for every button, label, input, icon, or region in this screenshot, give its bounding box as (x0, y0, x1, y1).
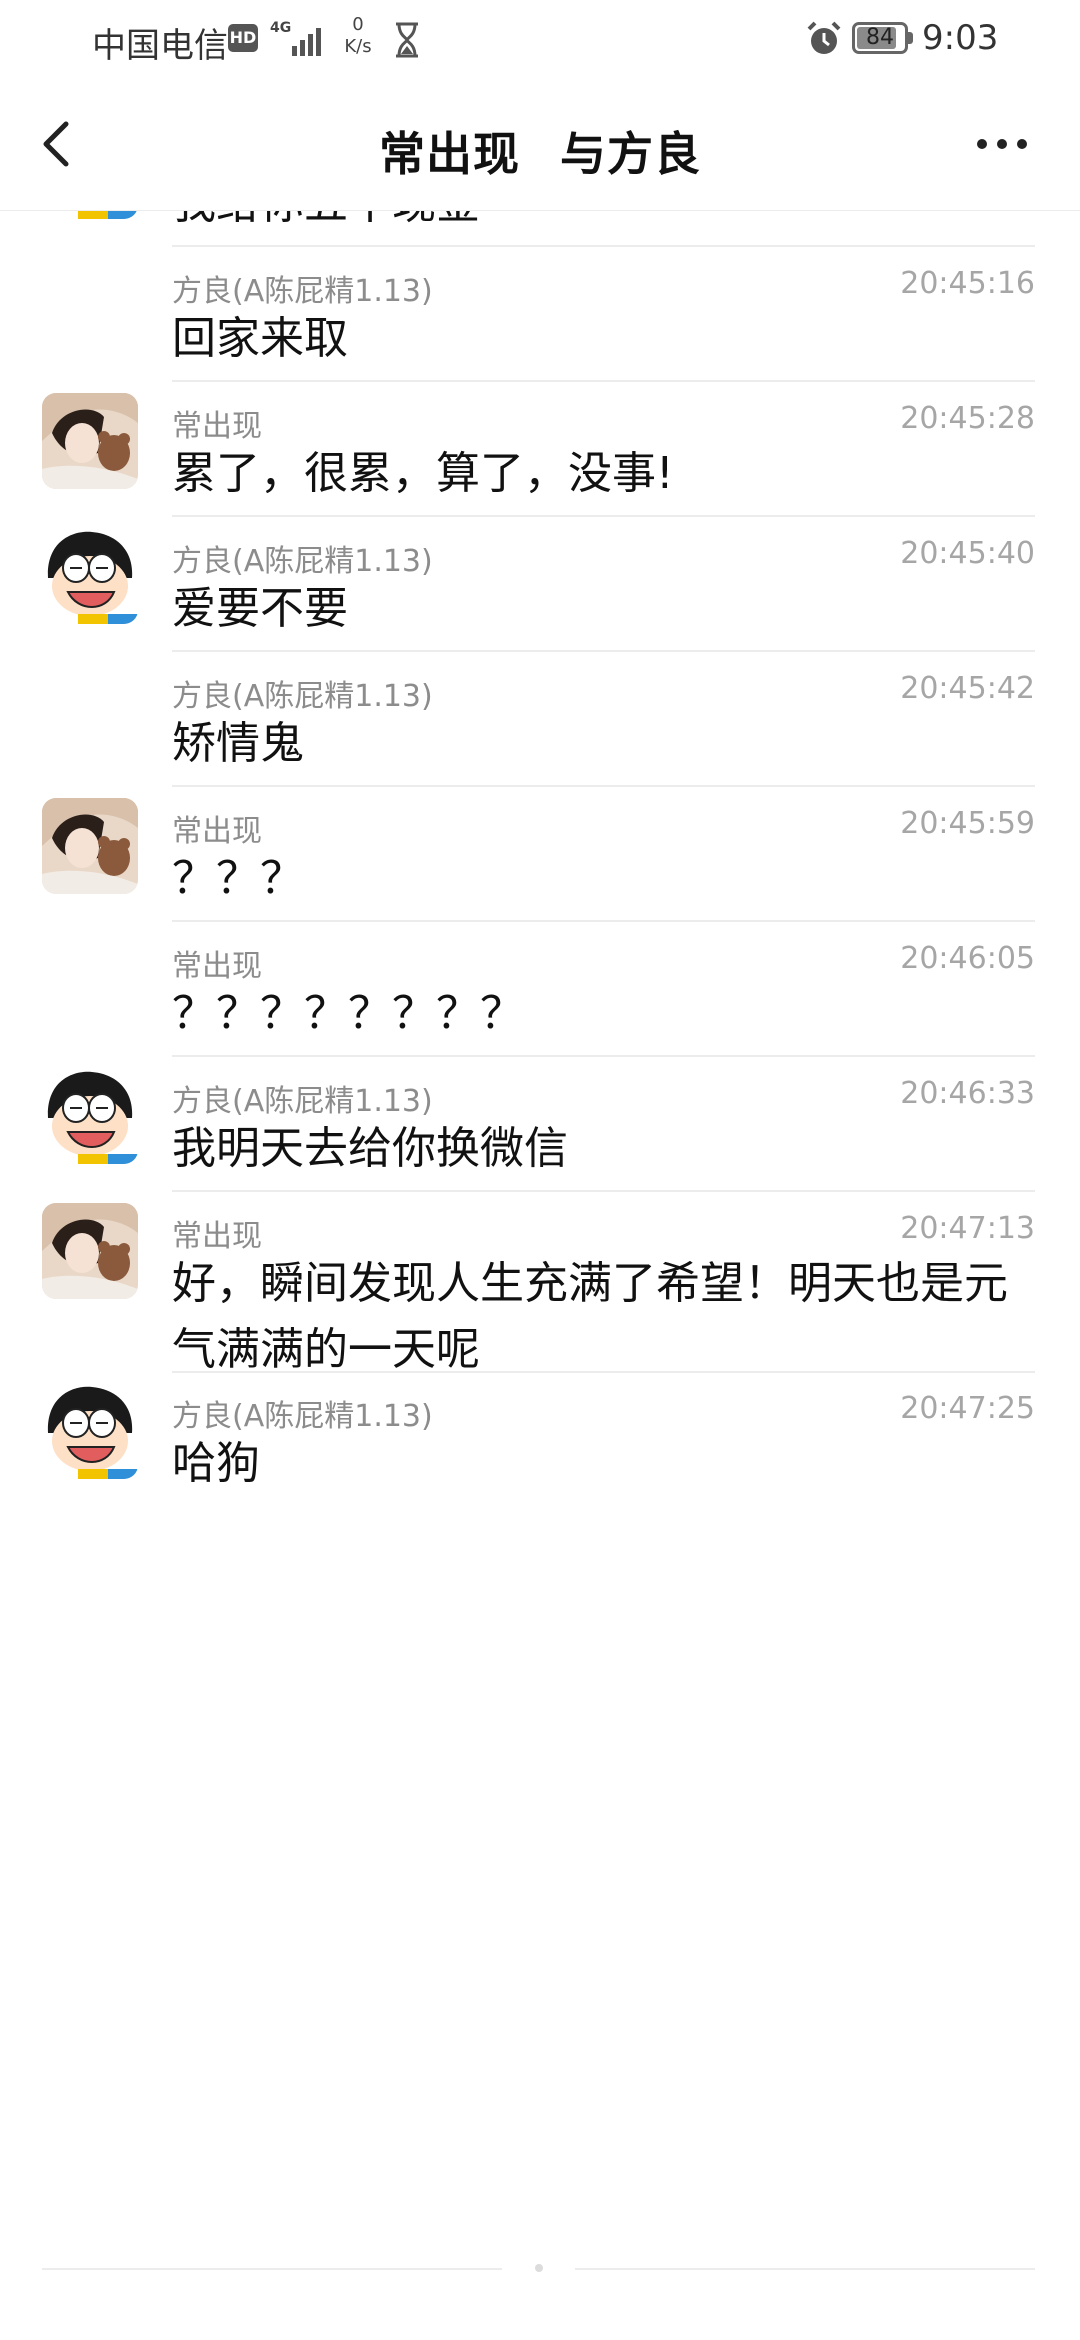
message-time: 20:45:28 (900, 401, 1035, 436)
message-time: 20:45:42 (900, 671, 1035, 706)
message-item[interactable]: 常出现 20:45:59 ？？？ (0, 798, 1080, 941)
message-sender: 常出现 (172, 1219, 262, 1254)
signal-strength-icon (284, 24, 324, 56)
avatar[interactable] (42, 210, 138, 219)
message-item[interactable]: 常出现 20:47:13 好，瞬间发现人生充满了希望！明天也是元气满满的一天呢 (0, 1203, 1080, 1375)
more-options-button[interactable] (972, 124, 1032, 164)
message-time: 20:47:25 (900, 1391, 1035, 1426)
alarm-clock-icon (807, 21, 841, 54)
message-divider (172, 1190, 1035, 1192)
list-end-divider (575, 2268, 1035, 2270)
message-time: 20:47:13 (900, 1211, 1035, 1246)
message-divider (172, 1371, 1035, 1373)
message-content: 我给你五十现金 (172, 210, 1032, 237)
message-item[interactable]: 方良(A陈屁精1.13) 20:46:33 我明天去给你换微信 (0, 1068, 1080, 1211)
avatar[interactable] (42, 1203, 138, 1299)
page-title: 常出现 与方良 (0, 118, 1080, 184)
message-sender: 方良(A陈屁精1.13) (172, 1084, 433, 1119)
avatar[interactable] (42, 798, 138, 894)
message-time: 20:46:05 (900, 941, 1035, 976)
message-content: 累了，很累，算了，没事! (172, 448, 674, 499)
message-divider (172, 785, 1035, 787)
message-divider (172, 920, 1035, 922)
battery-icon: 84 (852, 22, 908, 54)
message-content: 我明天去给你换微信 (172, 1123, 568, 1174)
message-time: 20:45:59 (900, 806, 1035, 841)
network-speed-unit: K/s (344, 36, 372, 57)
network-speed: 0 K/s (338, 14, 378, 58)
message-content: 哈狗 (172, 1438, 260, 1489)
avatar[interactable] (42, 393, 138, 489)
clock: 9:03 (922, 18, 999, 58)
message-sender: 常出现 (172, 814, 262, 849)
list-end-divider (42, 2268, 502, 2270)
message-divider (172, 515, 1035, 517)
message-divider (172, 650, 1035, 652)
message-divider (172, 245, 1035, 247)
message-divider (172, 380, 1035, 382)
message-sender: 常出现 (172, 949, 262, 984)
hourglass-icon (396, 22, 418, 58)
message-time: 20:46:33 (900, 1076, 1035, 1111)
message-content: 矫情鬼 (172, 718, 304, 769)
message-time: 20:45:16 (900, 266, 1035, 301)
battery-percent: 84 (866, 25, 894, 50)
message-item[interactable]: 方良(A陈屁精1.13) 20:47:25 哈狗 (0, 1383, 1080, 1526)
message-item[interactable]: 方良(A陈屁精1.13) 20:45:42 矫情鬼 (0, 671, 1080, 806)
message-sender: 方良(A陈屁精1.13) (172, 274, 433, 309)
title-contact-a: 常出现 (379, 127, 520, 181)
message-sender: 方良(A陈屁精1.13) (172, 544, 433, 579)
message-sender: 方良(A陈屁精1.13) (172, 1399, 433, 1434)
message-item[interactable]: 方良(A陈屁精1.13) 20:45:16 回家来取 (0, 266, 1080, 401)
title-bar: 常出现 与方良 (0, 84, 1080, 211)
hd-icon: HD (228, 24, 258, 52)
message-content: 爱要不要 (172, 583, 348, 634)
message-list[interactable]: 方良(A陈屁精1.13)20:45:04我给你五十现金方良(A陈屁精1.13) 2… (0, 210, 1080, 2340)
message-time: 20:45:40 (900, 536, 1035, 571)
avatar[interactable] (42, 1383, 138, 1479)
status-bar: 中国电信 HD 4G 0 K/s 84 9:03 (0, 0, 1080, 84)
message-content: ？？？？？？？？ (172, 988, 524, 1039)
message-item[interactable]: 方良(A陈屁精1.13)20:45:04我给你五十现金 (0, 210, 1080, 266)
message-divider (172, 1055, 1035, 1057)
carrier-name: 中国电信 (92, 26, 228, 66)
avatar[interactable] (42, 528, 138, 624)
network-speed-value: 0 (352, 14, 364, 35)
battery-tip (908, 32, 913, 44)
message-item[interactable]: 常出现 20:46:05 ？？？？？？？？ (0, 941, 1080, 1076)
message-item[interactable]: 常出现 20:45:28 累了，很累，算了，没事! (0, 393, 1080, 536)
message-content: ？？？ (172, 853, 304, 904)
message-sender: 方良(A陈屁精1.13) (172, 679, 433, 714)
title-contact-b: 与方良 (560, 127, 701, 181)
list-end-dot (535, 2264, 543, 2272)
avatar[interactable] (42, 1068, 138, 1164)
message-content: 回家来取 (172, 313, 348, 364)
message-sender: 常出现 (172, 409, 262, 444)
message-item[interactable]: 方良(A陈屁精1.13) 20:45:40 爱要不要 (0, 528, 1080, 671)
message-content: 好，瞬间发现人生充满了希望！明天也是元气满满的一天呢 (172, 1258, 1008, 1375)
